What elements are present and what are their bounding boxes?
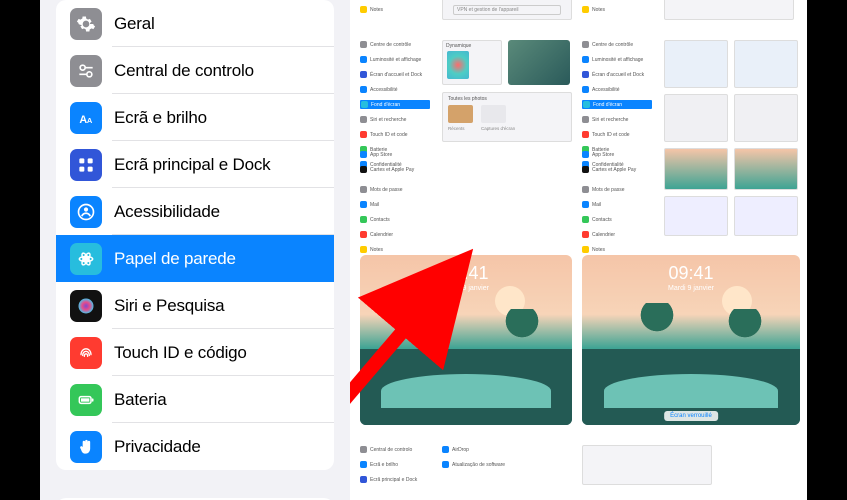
fingerprint-icon <box>70 337 102 369</box>
settings-row-label: Central de controlo <box>114 61 254 81</box>
thumbnail-row: Contacts <box>582 215 652 224</box>
hand-icon <box>70 431 102 463</box>
settings-row-grid[interactable]: Ecrã principal e Dock <box>56 141 334 188</box>
thumbnail-row: AirDrop <box>442 445 514 454</box>
thumbnail-row: Notes <box>582 5 654 14</box>
settings-row-hand[interactable]: Privacidade <box>56 423 334 470</box>
vpn-row[interactable]: VPN et gestion de l'appareil <box>453 5 561 15</box>
thumbnail-row: Notes <box>360 5 432 14</box>
thumbnail-row: Atualização de software <box>442 460 514 469</box>
settings-row-label: Ecrã e brilho <box>114 108 207 128</box>
thumbnail-row: Luminosité et affichage <box>360 55 430 64</box>
settings-row-label: Acessibilidade <box>114 202 220 222</box>
gear-icon <box>70 8 102 40</box>
settings-row-person[interactable]: Acessibilidade <box>56 188 334 235</box>
siri-icon <box>70 290 102 322</box>
thumbnail-row: Écran d'accueil et Dock <box>360 70 430 79</box>
thumbnail-row: Siri et recherche <box>360 115 430 124</box>
thumbnail-row: Touch ID et code <box>360 130 430 139</box>
thumbnail-row: Notes <box>582 245 652 254</box>
thumbnail-row: App Store <box>360 150 430 159</box>
thumbnail-row: Fond d'écran <box>360 100 430 109</box>
settings-row-flower[interactable]: Papel de parede <box>56 235 334 282</box>
thumbnail-row: Central de controlo <box>360 445 432 454</box>
thumbnail-row: Mail <box>360 200 430 209</box>
thumbnail-row: Écran d'accueil et Dock <box>582 70 652 79</box>
settings-row-label: Privacidade <box>114 437 201 457</box>
wallpaper-content: Contacts Notes VPN et gestion de l'appare… <box>350 0 807 500</box>
thumbnail-row: Cartes et Apple Pay <box>360 165 430 174</box>
battery-icon <box>70 384 102 416</box>
thumbnail-row: Calendrier <box>582 230 652 239</box>
person-icon <box>70 196 102 228</box>
thumbnail-row: Mots de passe <box>582 185 652 194</box>
lock-badge: Écran verrouillé <box>664 411 718 421</box>
thumbnail-row: Luminosité et affichage <box>582 55 652 64</box>
wallpaper-preview-lock[interactable]: 09:41 Mardi 9 janvier <box>360 255 572 425</box>
thumbnail-row: Fond d'écran <box>582 100 652 109</box>
settings-row-label: Ecrã principal e Dock <box>114 155 270 175</box>
controls-icon <box>70 55 102 87</box>
thumbnail-row: Calendrier <box>360 230 430 239</box>
thumbnail-row: Touch ID et code <box>582 130 652 139</box>
aa-icon: AA <box>70 102 102 134</box>
settings-group-device: Geral Central de controlo AA Ecrã e brilho E… <box>56 0 334 470</box>
settings-row-label: Siri e Pesquisa <box>114 296 224 316</box>
thumbnail-row: Siri et recherche <box>582 115 652 124</box>
flower-icon <box>70 243 102 275</box>
settings-row-controls[interactable]: Central de controlo <box>56 47 334 94</box>
lock-date: Mardi 9 janvier <box>360 285 572 292</box>
settings-row-aa[interactable]: AA Ecrã e brilho <box>56 94 334 141</box>
svg-text:A: A <box>87 116 93 125</box>
thumbnail-row: Accessibilité <box>582 85 652 94</box>
settings-row-battery[interactable]: Bateria <box>56 376 334 423</box>
thumbnail-row: Contacts <box>360 215 430 224</box>
thumbnail-row: Cartes et Apple Pay <box>582 165 652 174</box>
photos-section: Toutes les photos <box>448 96 487 102</box>
thumbnail-row: Centre de contrôle <box>360 40 430 49</box>
thumbnail-row: Centre de contrôle <box>582 40 652 49</box>
grid-icon <box>70 149 102 181</box>
settings-row-label: Papel de parede <box>114 249 236 269</box>
thumbnail-row: Ecrã e brilho <box>360 460 432 469</box>
wallpaper-preview-home[interactable]: 09:41 Mardi 9 janvier Écran verrouillé <box>582 255 800 425</box>
settings-row-label: Geral <box>114 14 155 34</box>
lock-time: 09:41 <box>360 263 572 284</box>
thumbnail-row: Ecrã principal e Dock <box>360 475 432 484</box>
settings-sidebar: Geral Central de controlo AA Ecrã e brilho E… <box>40 0 350 500</box>
settings-row-siri[interactable]: Siri e Pesquisa <box>56 282 334 329</box>
settings-row-label: Bateria <box>114 390 166 410</box>
thumbnail-row: Mail <box>582 200 652 209</box>
settings-row-label: Touch ID e código <box>114 343 247 363</box>
settings-row-fingerprint[interactable]: Touch ID e código <box>56 329 334 376</box>
thumbnail-row: Mots de passe <box>360 185 430 194</box>
thumbnail-row: Notes <box>360 245 430 254</box>
thumbnail-row: Accessibilité <box>360 85 430 94</box>
settings-row-gear[interactable]: Geral <box>56 0 334 47</box>
thumbnail-row: App Store <box>582 150 652 159</box>
dynamique-label: Dynamique <box>446 43 471 49</box>
